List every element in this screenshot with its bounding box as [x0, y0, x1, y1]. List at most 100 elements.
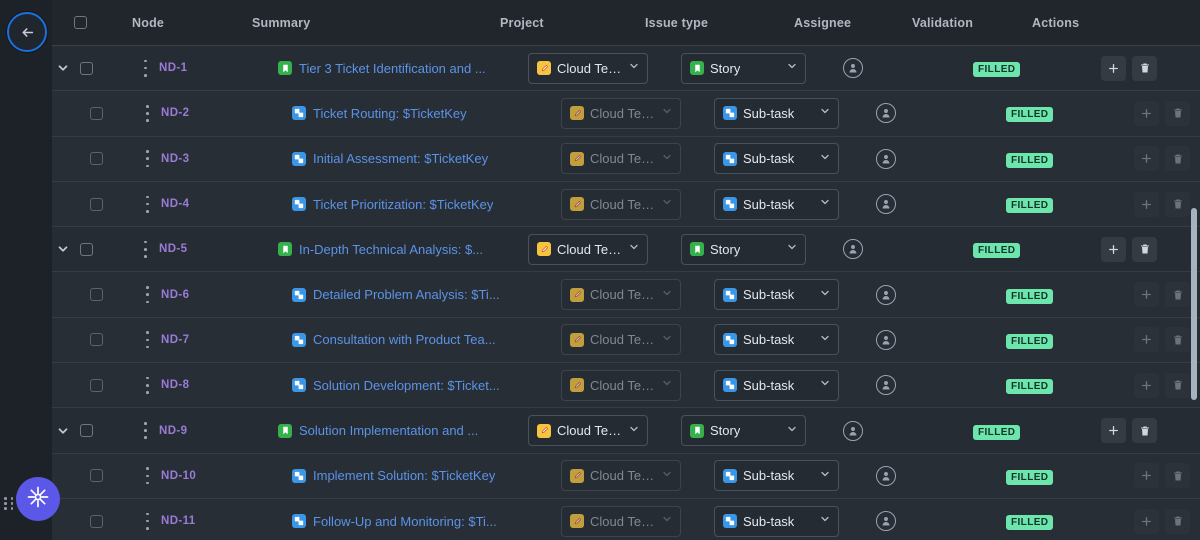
row-checkbox[interactable] [89, 106, 103, 120]
table-row[interactable]: ND-10 Implement Solution: $TicketKey Cloud… [52, 453, 1200, 499]
project-select[interactable]: Cloud Team ( [561, 369, 681, 401]
add-icon[interactable] [1134, 100, 1159, 126]
issue-type-select[interactable]: Sub-task [714, 324, 839, 356]
row-drag-handle-icon[interactable] [142, 512, 153, 530]
row-drag-handle-icon[interactable] [142, 467, 153, 485]
table-row[interactable]: ND-1 Tier 3 Ticket Identification and ...… [52, 46, 1200, 92]
user-avatar-icon[interactable] [876, 329, 896, 350]
summary-link[interactable]: Tier 3 Ticket Identification and ... [299, 61, 486, 76]
delete-icon[interactable] [1165, 100, 1190, 126]
row-drag-handle-icon[interactable] [140, 422, 151, 440]
user-avatar-icon[interactable] [876, 148, 896, 169]
row-drag-handle-icon[interactable] [142, 195, 153, 213]
back-button[interactable] [7, 12, 47, 52]
summary-link[interactable]: Consultation with Product Tea... [313, 332, 496, 347]
issue-type-select[interactable]: Sub-task [714, 460, 839, 492]
delete-icon[interactable] [1165, 282, 1190, 308]
row-drag-handle-icon[interactable] [142, 331, 153, 349]
project-select[interactable]: Cloud Team ( [561, 188, 681, 220]
project-select[interactable]: Cloud Team ( [561, 460, 681, 492]
add-icon[interactable] [1101, 236, 1126, 262]
user-avatar-icon[interactable] [876, 465, 896, 486]
assistant-fab-button[interactable] [16, 477, 60, 521]
row-checkbox[interactable] [89, 514, 103, 528]
issue-type-select[interactable]: Sub-task [714, 369, 839, 401]
add-icon[interactable] [1134, 508, 1159, 534]
project-select[interactable]: Cloud Team ( [561, 324, 681, 356]
issue-type-select[interactable]: Sub-task [714, 143, 839, 175]
delete-icon[interactable] [1165, 372, 1190, 398]
row-checkbox[interactable] [80, 61, 93, 75]
summary-link[interactable]: In-Depth Technical Analysis: $... [299, 242, 483, 257]
row-drag-handle-icon[interactable] [142, 104, 153, 122]
user-avatar-icon[interactable] [843, 420, 863, 441]
add-icon[interactable] [1134, 372, 1159, 398]
add-icon[interactable] [1134, 146, 1159, 172]
user-avatar-icon[interactable] [876, 103, 896, 124]
summary-link[interactable]: Initial Assessment: $TicketKey [313, 151, 488, 166]
row-checkbox[interactable] [89, 288, 103, 302]
add-icon[interactable] [1101, 418, 1126, 444]
row-checkbox[interactable] [89, 378, 103, 392]
summary-link[interactable]: Solution Implementation and ... [299, 423, 478, 438]
summary-link[interactable]: Implement Solution: $TicketKey [313, 468, 495, 483]
project-select[interactable]: Cloud Team ( [561, 279, 681, 311]
user-avatar-icon[interactable] [876, 194, 896, 215]
table-row[interactable]: ND-4 Ticket Prioritization: $TicketKey Clo… [52, 181, 1200, 228]
issue-type-select[interactable]: Story [681, 233, 806, 265]
issue-type-select[interactable]: Sub-task [714, 279, 839, 311]
add-icon[interactable] [1134, 282, 1159, 308]
project-select[interactable]: Cloud Team ( [528, 415, 648, 447]
summary-link[interactable]: Solution Development: $Ticket... [313, 378, 500, 393]
row-checkbox[interactable] [89, 197, 103, 211]
user-avatar-icon[interactable] [843, 58, 863, 79]
select-all-checkbox[interactable] [74, 16, 87, 29]
row-drag-handle-icon[interactable] [140, 240, 151, 258]
vertical-scrollbar-thumb[interactable] [1191, 208, 1197, 400]
chevron-down-icon[interactable] [56, 242, 70, 256]
add-icon[interactable] [1134, 463, 1159, 489]
row-drag-handle-icon[interactable] [142, 376, 153, 394]
row-checkbox[interactable] [89, 469, 103, 483]
delete-icon[interactable] [1132, 55, 1157, 81]
drag-grip-icon[interactable] [4, 495, 15, 512]
row-drag-handle-icon[interactable] [140, 59, 151, 77]
delete-icon[interactable] [1132, 236, 1157, 262]
row-checkbox[interactable] [80, 242, 93, 256]
table-row[interactable]: ND-7 Consultation with Product Tea... Clou… [52, 317, 1200, 364]
row-checkbox[interactable] [80, 424, 93, 438]
row-checkbox[interactable] [89, 152, 103, 166]
issue-type-select[interactable]: Sub-task [714, 505, 839, 537]
summary-link[interactable]: Ticket Prioritization: $TicketKey [313, 197, 493, 212]
user-avatar-icon[interactable] [876, 284, 896, 305]
summary-link[interactable]: Ticket Routing: $TicketKey [313, 106, 467, 121]
delete-icon[interactable] [1165, 146, 1190, 172]
row-checkbox[interactable] [89, 333, 103, 347]
project-select[interactable]: Cloud Team ( [561, 505, 681, 537]
delete-icon[interactable] [1165, 508, 1190, 534]
project-select[interactable]: Cloud Team ( [528, 52, 648, 84]
project-select[interactable]: Cloud Team ( [528, 233, 648, 265]
summary-link[interactable]: Follow-Up and Monitoring: $Ti... [313, 514, 497, 529]
add-icon[interactable] [1134, 327, 1159, 353]
delete-icon[interactable] [1132, 418, 1157, 444]
issue-type-select[interactable]: Story [681, 52, 806, 84]
project-select[interactable]: Cloud Team ( [561, 143, 681, 175]
user-avatar-icon[interactable] [876, 375, 896, 396]
issue-type-select[interactable]: Sub-task [714, 97, 839, 129]
table-row[interactable]: ND-8 Solution Development: $Ticket... Clou… [52, 363, 1200, 409]
chevron-down-icon[interactable] [56, 424, 70, 438]
table-row[interactable]: ND-11 Follow-Up and Monitoring: $Ti... Clo… [52, 498, 1200, 540]
table-row[interactable]: ND-6 Detailed Problem Analysis: $Ti... Clo… [52, 272, 1200, 318]
issue-type-select[interactable]: Sub-task [714, 188, 839, 220]
table-row[interactable]: ND-9 Solution Implementation and ... Cloud… [52, 408, 1200, 454]
table-row[interactable]: ND-3 Initial Assessment: $TicketKey Cloud … [52, 136, 1200, 182]
add-icon[interactable] [1134, 191, 1159, 217]
table-row[interactable]: ND-2 Ticket Routing: $TicketKey Cloud Team… [52, 91, 1200, 137]
row-drag-handle-icon[interactable] [142, 286, 153, 304]
summary-link[interactable]: Detailed Problem Analysis: $Ti... [313, 287, 500, 302]
table-row[interactable]: ND-5 In-Depth Technical Analysis: $... Clo… [52, 227, 1200, 273]
user-avatar-icon[interactable] [876, 511, 896, 532]
user-avatar-icon[interactable] [843, 239, 863, 260]
chevron-down-icon[interactable] [56, 61, 70, 75]
